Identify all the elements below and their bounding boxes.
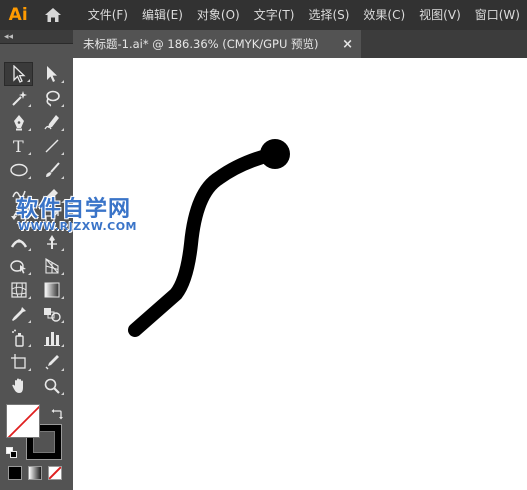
color-icon[interactable]: [8, 466, 22, 480]
document-tab[interactable]: 未标题-1.ai* @ 186.36% (CMYK/GPU 预览) ×: [73, 30, 361, 58]
puppet-warp-tool-icon[interactable]: [37, 230, 66, 254]
width-tool-icon[interactable]: [4, 230, 33, 254]
lasso-tool-icon[interactable]: [37, 86, 66, 110]
column-graph-tool-icon[interactable]: [37, 326, 66, 350]
selection-tool-icon[interactable]: [4, 62, 34, 86]
menu-file[interactable]: 文件(F): [81, 0, 135, 30]
ellipse-tool-icon[interactable]: [4, 158, 33, 182]
artboard-tool-icon[interactable]: [4, 350, 33, 374]
magic-wand-tool-icon[interactable]: [4, 86, 33, 110]
swap-fill-stroke-icon[interactable]: [51, 405, 63, 424]
pen-tool-icon[interactable]: [4, 110, 33, 134]
gradient-tool-icon[interactable]: [37, 278, 66, 302]
menu-select[interactable]: 选择(S): [301, 0, 356, 30]
symbol-sprayer-tool-icon[interactable]: [4, 326, 33, 350]
line-segment-tool-icon[interactable]: [37, 134, 66, 158]
zoom-tool-icon[interactable]: [37, 374, 66, 398]
none-color-icon: [7, 405, 39, 437]
curvature-tool-icon[interactable]: [37, 110, 66, 134]
menu-bar: Ai 文件(F) 编辑(E) 对象(O) 文字(T) 选择(S) 效果(C) 视…: [0, 0, 527, 30]
color-mode-buttons: [8, 466, 62, 480]
scale-tool-icon[interactable]: [37, 206, 66, 230]
mesh-tool-icon[interactable]: [4, 278, 33, 302]
collapse-icon[interactable]: ◂◂: [4, 32, 13, 42]
menu-window[interactable]: 窗口(W): [468, 0, 527, 30]
default-fill-stroke-icon[interactable]: [6, 444, 18, 463]
perspective-grid-tool-icon[interactable]: [37, 254, 66, 278]
direct-selection-tool-icon[interactable]: [37, 62, 66, 86]
menu-effect[interactable]: 效果(C): [356, 0, 412, 30]
eraser-tool-icon[interactable]: [37, 182, 66, 206]
main-menu: 文件(F) 编辑(E) 对象(O) 文字(T) 选择(S) 效果(C) 视图(V…: [81, 0, 527, 30]
artboard-canvas[interactable]: [73, 58, 527, 490]
menu-edit[interactable]: 编辑(E): [135, 0, 190, 30]
fill-stroke-control: [6, 404, 66, 462]
app-logo: Ai: [8, 5, 28, 25]
document-tab-bar: 未标题-1.ai* @ 186.36% (CMYK/GPU 预览) ×: [73, 30, 527, 58]
menu-type[interactable]: 文字(T): [247, 0, 302, 30]
svg-text:T: T: [13, 137, 24, 155]
curved-stroke-path[interactable]: [128, 147, 280, 337]
path-endpoint-dot[interactable]: [260, 139, 290, 169]
close-icon[interactable]: ×: [342, 37, 353, 52]
hand-tool-icon[interactable]: [4, 374, 33, 398]
menu-object[interactable]: 对象(O): [190, 0, 247, 30]
menu-view[interactable]: 视图(V): [412, 0, 468, 30]
drawn-path-artwork[interactable]: [73, 58, 527, 490]
gradient-icon[interactable]: [28, 466, 42, 480]
rotate-tool-icon[interactable]: [4, 206, 33, 230]
tools-panel-header[interactable]: ◂◂: [0, 30, 73, 44]
eyedropper-tool-icon[interactable]: [4, 302, 33, 326]
fill-swatch[interactable]: [6, 404, 40, 438]
tool-grid: T: [4, 62, 70, 398]
tools-panel: ◂◂ T: [0, 30, 73, 490]
home-icon[interactable]: [38, 0, 66, 30]
shape-builder-tool-icon[interactable]: [4, 254, 33, 278]
shaper-tool-icon[interactable]: [4, 182, 33, 206]
none-icon[interactable]: [48, 466, 62, 480]
slice-tool-icon[interactable]: [37, 350, 66, 374]
document-tab-title: 未标题-1.ai* @ 186.36% (CMYK/GPU 预览): [83, 37, 319, 51]
blend-tool-icon[interactable]: [37, 302, 66, 326]
paintbrush-tool-icon[interactable]: [37, 158, 66, 182]
type-tool-icon[interactable]: T: [4, 134, 33, 158]
